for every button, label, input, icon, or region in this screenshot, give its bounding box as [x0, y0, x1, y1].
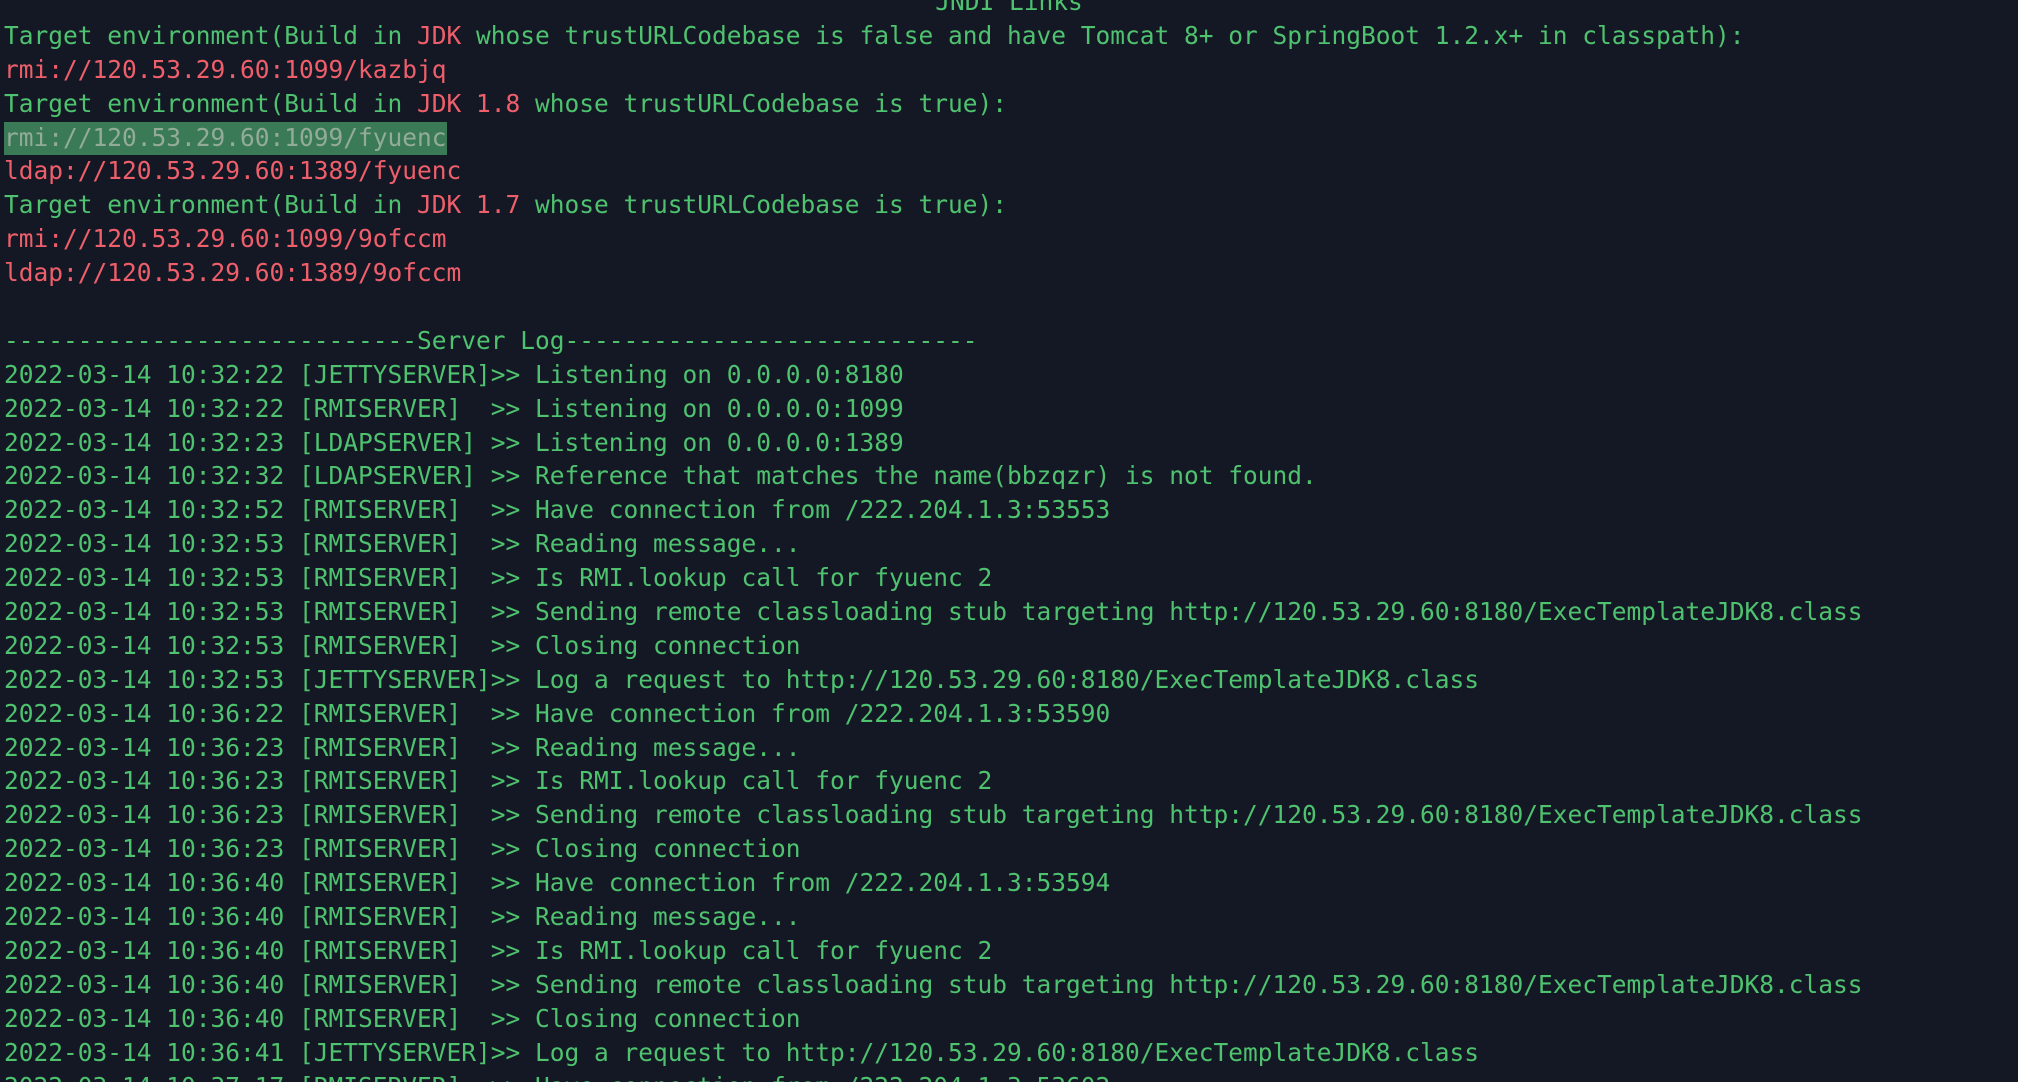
server-log-divider: ----------------------------Server Log--…	[4, 325, 978, 355]
target-env-suffix: whose trustURLCodebase is true):	[520, 190, 1008, 220]
target-env-jdk17-line: Target environment(Build in JDK 1.7 whos…	[0, 188, 2018, 222]
server-log-list: 2022-03-14 10:32:22 [JETTYSERVER]>> List…	[0, 358, 2018, 1082]
blank-spacer-line	[0, 290, 2018, 324]
jndi-url-rmi-kazbjq[interactable]: rmi://120.53.29.60:1099/kazbjq	[0, 53, 2018, 87]
jndi-url-rmi-fyuenc-selected[interactable]: rmi://120.53.29.60:1099/fyuenc	[0, 121, 2018, 155]
terminal-window[interactable]: JNDI Links Target environment(Build in J…	[0, 0, 2018, 1082]
target-env-suffix: whose trustURLCodebase is false and have…	[461, 20, 1745, 50]
jdk-version-label: JDK 1.8	[417, 88, 521, 118]
server-log-line: 2022-03-14 10:36:23 [RMISERVER] >> Is RM…	[4, 766, 993, 796]
selection-highlight[interactable]: rmi://120.53.29.60:1099/fyuenc	[4, 121, 447, 155]
jndi-url-rmi-9ofccm[interactable]: rmi://120.53.29.60:1099/9ofccm	[0, 222, 2018, 256]
server-log-line: 2022-03-14 10:36:22 [RMISERVER] >> Have …	[4, 698, 1111, 728]
jndi-url-ldap-9ofccm[interactable]: ldap://120.53.29.60:1389/9ofccm	[0, 256, 2018, 290]
server-log-line: 2022-03-14 10:36:23 [RMISERVER] >> Sendi…	[4, 800, 1863, 830]
server-log-line: 2022-03-14 10:32:23 [LDAPSERVER] >> List…	[4, 427, 904, 457]
server-log-line: 2022-03-14 10:36:41 [JETTYSERVER]>> Log …	[4, 1037, 1480, 1067]
server-log-line: 2022-03-14 10:36:40 [RMISERVER] >> Is RM…	[4, 935, 993, 965]
target-env-jdk-any-line: Target environment(Build in JDK whose tr…	[0, 19, 2018, 53]
server-log-line: 2022-03-14 10:32:22 [RMISERVER] >> Liste…	[4, 393, 904, 423]
target-env-jdk18-line: Target environment(Build in JDK 1.8 whos…	[0, 87, 2018, 121]
server-log-line: 2022-03-14 10:36:23 [RMISERVER] >> Closi…	[4, 834, 801, 864]
target-env-suffix: whose trustURLCodebase is true):	[520, 88, 1008, 118]
server-log-line: 2022-03-14 10:36:40 [RMISERVER] >> Sendi…	[4, 969, 1863, 999]
server-log-line: 2022-03-14 10:32:53 [RMISERVER] >> Sendi…	[4, 597, 1863, 627]
jndi-url-ldap-fyuenc[interactable]: ldap://120.53.29.60:1389/fyuenc	[0, 154, 2018, 188]
server-log-line: 2022-03-14 10:32:53 [RMISERVER] >> Is RM…	[4, 563, 993, 593]
server-log-line: 2022-03-14 10:36:23 [RMISERVER] >> Readi…	[4, 732, 801, 762]
jdk-version-label: JDK	[417, 20, 462, 50]
target-env-prefix: Target environment(Build in	[4, 190, 418, 220]
server-log-line: 2022-03-14 10:32:52 [RMISERVER] >> Have …	[4, 495, 1111, 525]
server-log-line: 2022-03-14 10:32:22 [JETTYSERVER]>> List…	[4, 359, 904, 389]
server-log-line: 2022-03-14 10:32:53 [RMISERVER] >> Closi…	[4, 630, 801, 660]
server-log-line: 2022-03-14 10:36:40 [RMISERVER] >> Closi…	[4, 1003, 801, 1033]
target-env-prefix: Target environment(Build in	[4, 88, 418, 118]
server-log-line: 2022-03-14 10:36:40 [RMISERVER] >> Readi…	[4, 902, 801, 932]
jndi-links-heading: JNDI Links	[935, 0, 1083, 16]
target-env-prefix: Target environment(Build in	[4, 20, 418, 50]
server-log-line: 2022-03-14 10:37:17 [RMISERVER] >> Have …	[0, 1070, 2018, 1082]
server-log-line: 2022-03-14 10:32:53 [RMISERVER] >> Readi…	[4, 529, 801, 559]
server-log-line: 2022-03-14 10:36:40 [RMISERVER] >> Have …	[4, 868, 1111, 898]
terminal-scroll-region[interactable]: JNDI Links Target environment(Build in J…	[0, 0, 2018, 1082]
server-log-line: 2022-03-14 10:32:32 [LDAPSERVER] >> Refe…	[4, 461, 1317, 491]
server-log-line: 2022-03-14 10:32:53 [JETTYSERVER]>> Log …	[4, 664, 1480, 694]
jdk-version-label: JDK 1.7	[417, 190, 521, 220]
